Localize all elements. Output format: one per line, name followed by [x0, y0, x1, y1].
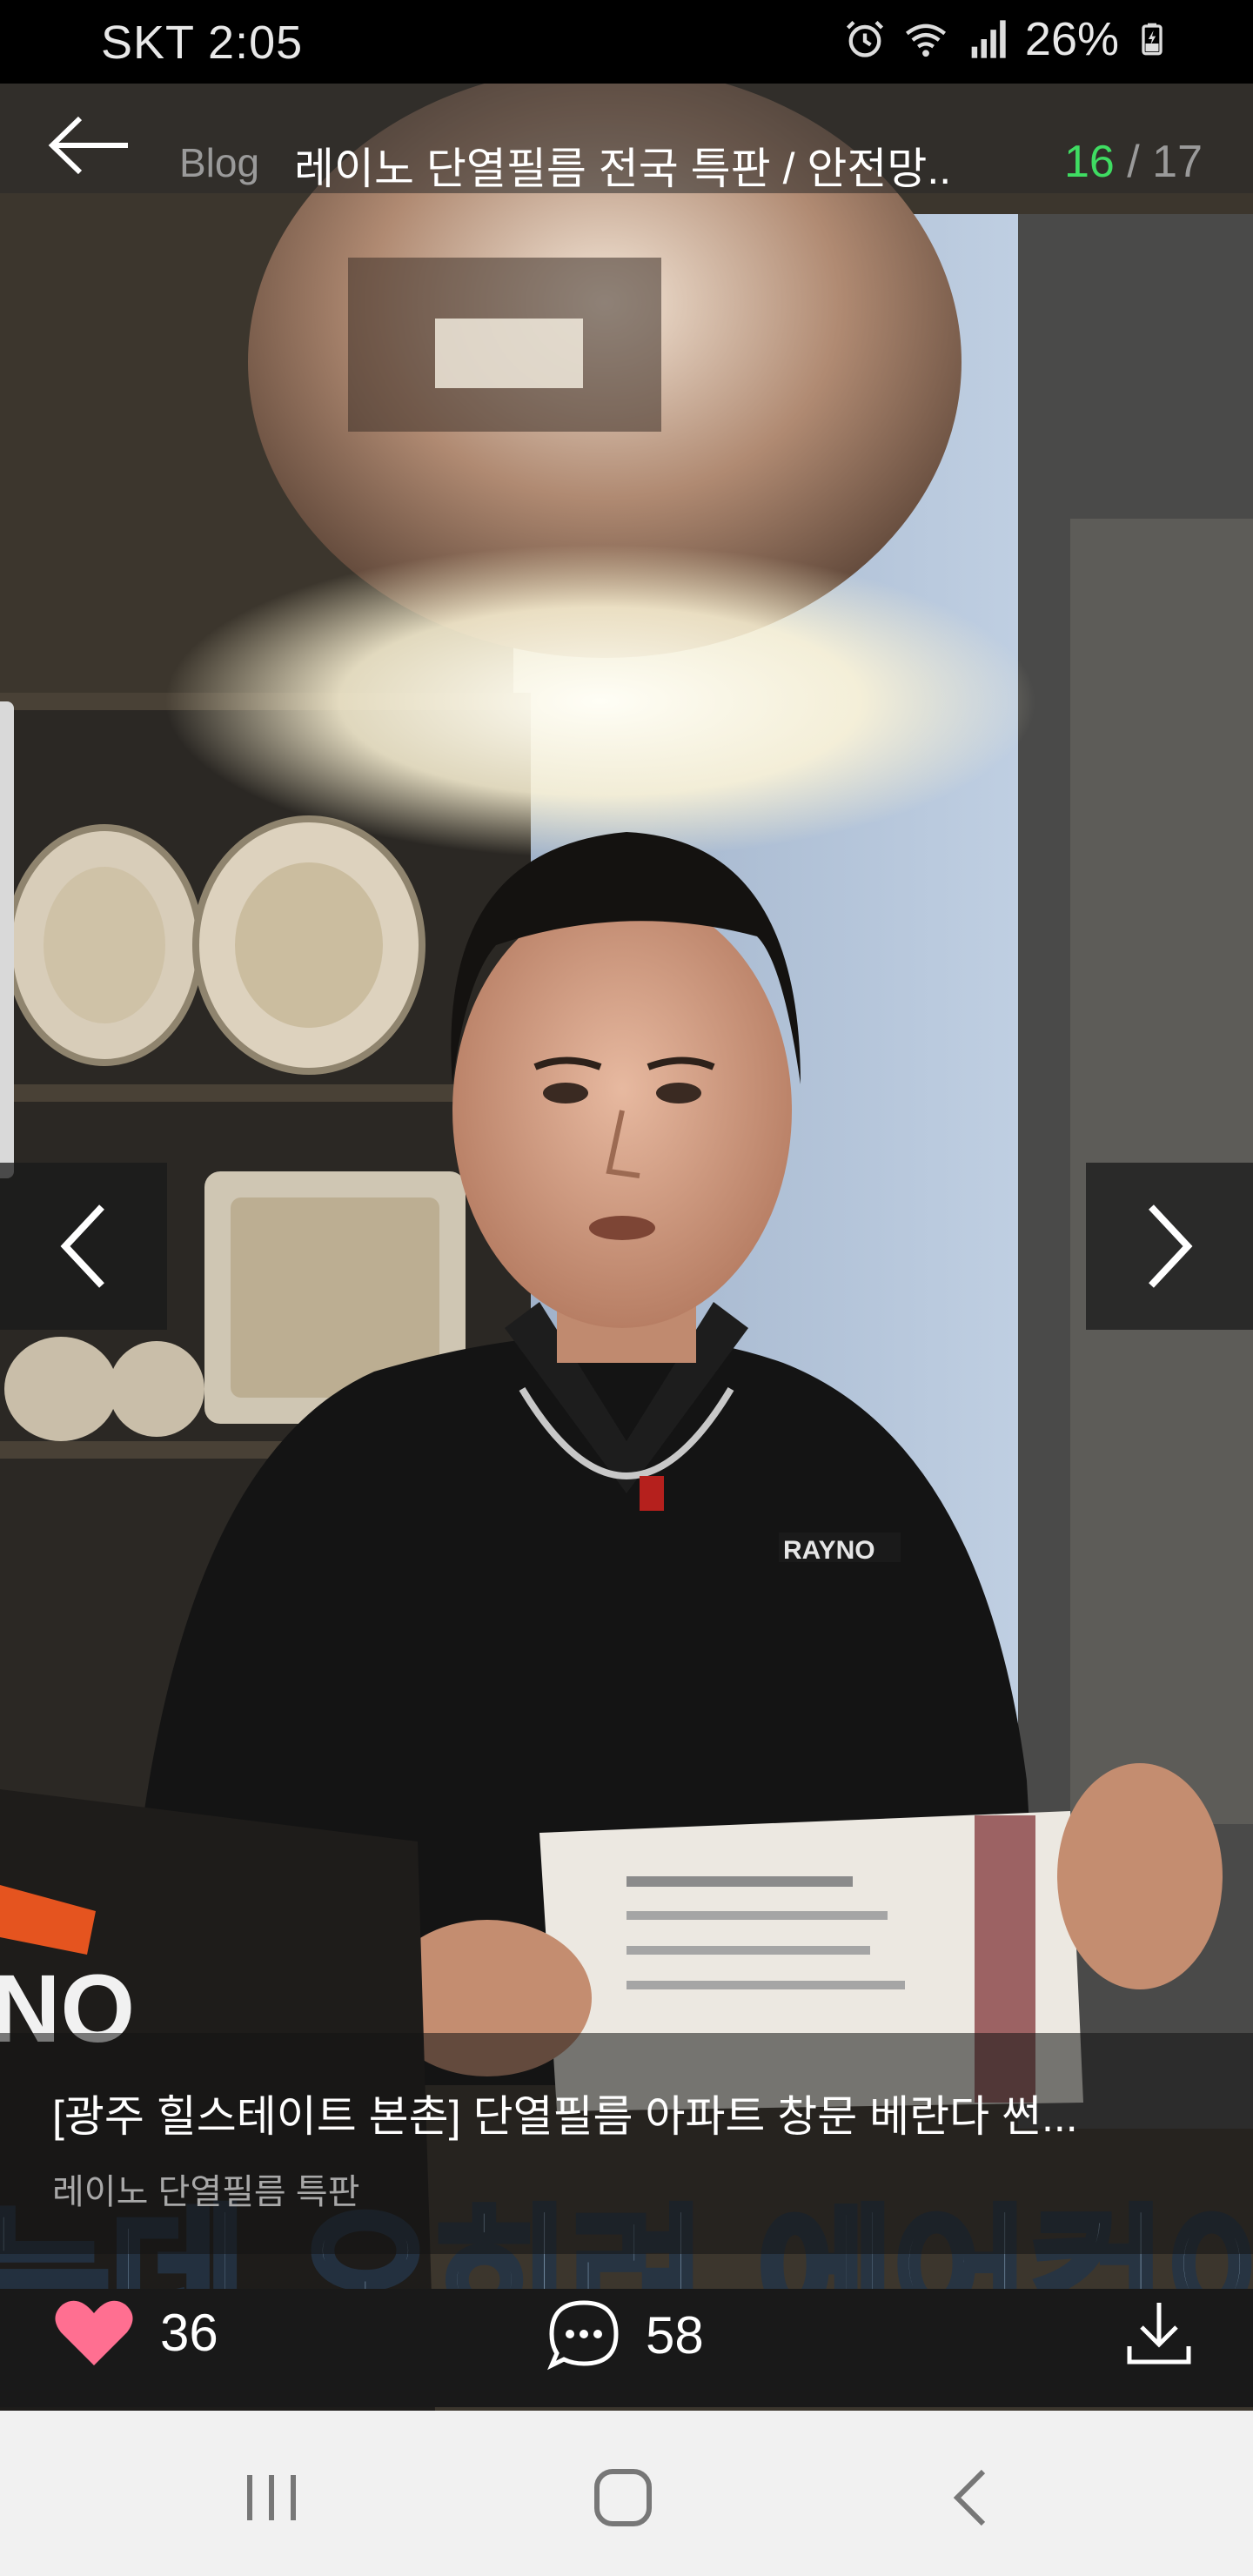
home-icon[interactable]	[588, 2463, 658, 2532]
comment-count: 58	[646, 2305, 704, 2365]
chevron-left-icon	[60, 1204, 104, 1288]
heart-icon	[55, 2300, 133, 2365]
status-bar: SKT 2:05 26%	[0, 0, 1253, 84]
image-counter: 16 / 17	[1064, 136, 1203, 188]
alarm-icon	[846, 20, 883, 57]
system-back-icon[interactable]	[938, 2463, 1008, 2532]
wifi-icon	[905, 23, 946, 57]
header-title: 레이노 단열필름 전국 특판 / 안전망..	[294, 144, 952, 193]
image-counter-total: 17	[1152, 137, 1203, 187]
chevron-right-icon	[1149, 1204, 1193, 1288]
next-image-button[interactable]	[1086, 1163, 1253, 1330]
signal-icon	[971, 20, 1006, 58]
header-source-label: Blog	[179, 140, 260, 185]
back-arrow-icon[interactable]	[45, 115, 132, 176]
status-icons: 26%	[842, 12, 1169, 66]
post-author[interactable]: 레이노 단열필름 특판	[52, 2163, 359, 2214]
edge-panel-handle[interactable]	[0, 701, 14, 1178]
comment-bubble-icon	[547, 2300, 619, 2371]
status-carrier-time: SKT 2:05	[101, 17, 304, 69]
comment-button[interactable]: 58	[546, 2298, 704, 2372]
image-counter-separator: /	[1114, 137, 1153, 187]
recent-apps-icon[interactable]	[237, 2463, 306, 2532]
like-count: 36	[160, 2303, 218, 2362]
battery-percent: 26%	[1024, 13, 1119, 65]
battery-charging-icon	[1142, 23, 1163, 56]
image-counter-current: 16	[1063, 137, 1115, 187]
like-button[interactable]: 36	[54, 2298, 218, 2367]
post-title[interactable]: [광주 힐스테이트 본촌] 단열필름 아파트 창문 베란다 썬...	[52, 2082, 1078, 2144]
shirt-logo-text: RAYNO	[783, 1536, 875, 1565]
download-icon[interactable]	[1124, 2298, 1194, 2367]
previous-image-button[interactable]	[0, 1163, 167, 1330]
